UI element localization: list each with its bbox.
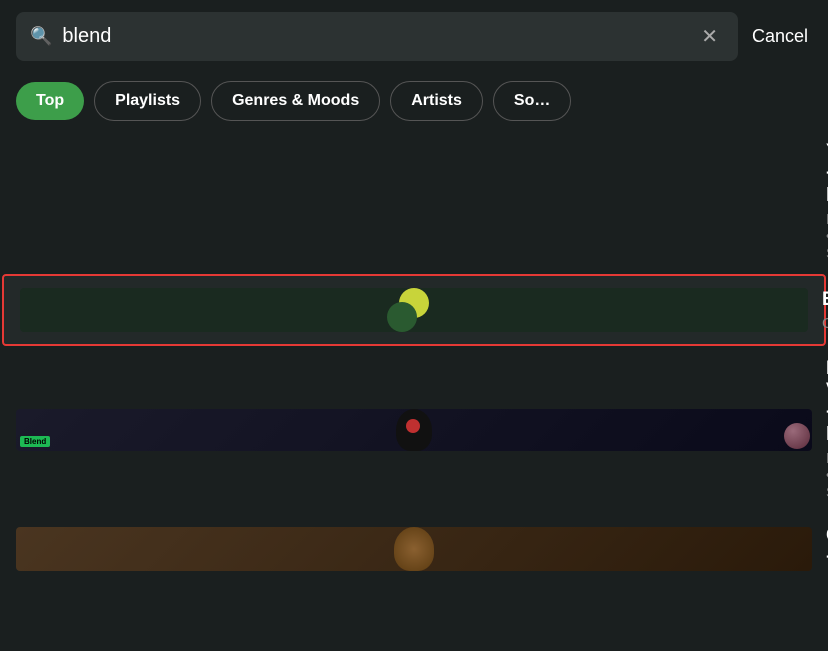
filter-tab-artists[interactable]: Artists — [390, 81, 483, 121]
result-item-chewie[interactable]: Chewbacca + kayla — [0, 513, 828, 585]
result-info-blend: Blend Genre — [822, 289, 828, 332]
filter-tab-songs[interactable]: So… — [493, 81, 571, 121]
search-icon: 🔍 — [30, 26, 52, 47]
search-input-container[interactable]: 🔍 ✕ — [16, 12, 738, 61]
result-item-vader[interactable]: Blend Darth Vader + kayla Playlist • Spo… — [0, 346, 828, 513]
blend-circle-green — [387, 302, 417, 332]
filter-tab-top[interactable]: Top — [16, 82, 84, 120]
results-list: Blend Yoda + kayla Playlist • Spotify › … — [0, 129, 828, 585]
cancel-button[interactable]: Cancel — [748, 26, 812, 47]
result-thumbnail-chewie — [16, 527, 812, 571]
search-bar: 🔍 ✕ Cancel — [0, 0, 828, 73]
filter-tab-playlists[interactable]: Playlists — [94, 81, 201, 121]
search-input[interactable] — [62, 25, 685, 48]
clear-button[interactable]: ✕ — [695, 22, 724, 51]
result-title-blend: Blend — [822, 289, 828, 311]
result-item-blend[interactable]: Blend Genre › — [2, 274, 826, 346]
result-item-yoda-kayla[interactable]: Blend Yoda + kayla Playlist • Spotify › — [0, 129, 828, 274]
filter-tab-genres-moods[interactable]: Genres & Moods — [211, 81, 380, 121]
result-subtitle-blend: Genre — [822, 315, 828, 332]
filter-tabs: Top Playlists Genres & Moods Artists So… — [0, 73, 828, 129]
result-thumbnail-blend — [20, 288, 808, 332]
result-thumbnail-vader: Blend — [16, 409, 812, 451]
